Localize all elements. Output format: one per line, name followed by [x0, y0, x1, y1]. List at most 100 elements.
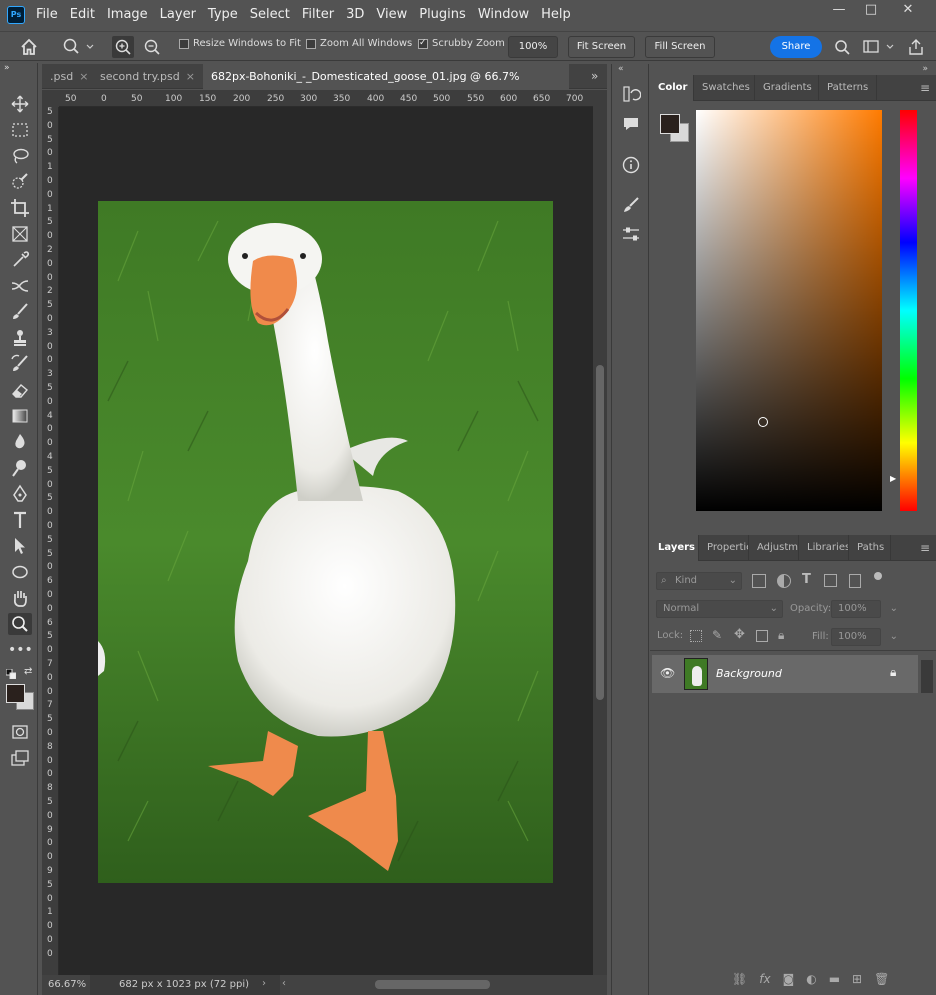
horizontal-scrollbar-thumb[interactable]: [375, 980, 490, 989]
scrubby-zoom-checkbox[interactable]: Scrubby Zoom: [418, 38, 505, 49]
foreground-color-swatch[interactable]: [660, 114, 680, 134]
restore-button[interactable]: □: [860, 2, 882, 17]
zoom-level[interactable]: 66.67%: [48, 979, 86, 990]
fx-icon[interactable]: fx: [759, 972, 770, 986]
trash-icon[interactable]: 🗑︎: [874, 972, 889, 986]
document-info[interactable]: 682 px x 1023 px (72 ppi): [119, 979, 249, 990]
workspace-switcher-icon[interactable]: [862, 38, 898, 56]
tab-libraries[interactable]: Libraries: [799, 535, 849, 561]
menu-image[interactable]: Image: [107, 7, 148, 22]
tab-paths[interactable]: Paths: [849, 535, 891, 561]
collapse-dock-icon[interactable]: »: [922, 64, 928, 74]
foreground-color-swatch[interactable]: [6, 684, 25, 703]
frame-tool-icon[interactable]: [8, 223, 32, 245]
link-layers-icon[interactable]: ⛓︎: [732, 972, 747, 986]
add-mask-icon[interactable]: ◙: [783, 972, 795, 986]
close-button[interactable]: ✕: [897, 2, 919, 17]
tab-goose-image[interactable]: 682px-Bohoniki_-_Domesticated_goose_01.j…: [203, 64, 569, 108]
menu-help[interactable]: Help: [541, 7, 571, 22]
scrollbar-thumb[interactable]: [596, 365, 604, 700]
tab-adjustments[interactable]: Adjustments: [749, 535, 799, 561]
quick-mask-icon[interactable]: [8, 721, 32, 743]
dodge-tool-icon[interactable]: [8, 457, 32, 479]
clone-stamp-tool-icon[interactable]: [8, 327, 32, 349]
history-brush-tool-icon[interactable]: [8, 353, 32, 375]
zoom-tool-icon[interactable]: [8, 613, 32, 635]
blur-tool-icon[interactable]: [8, 431, 32, 453]
brush-settings-panel-icon[interactable]: [620, 195, 642, 217]
lock-position-icon[interactable]: ✥: [734, 627, 745, 642]
collapse-toolbar-icon[interactable]: »: [4, 63, 28, 73]
path-selection-tool-icon[interactable]: [8, 535, 32, 557]
tab-color[interactable]: Color: [650, 75, 694, 101]
comments-panel-icon[interactable]: [620, 114, 642, 136]
quick-selection-tool-icon[interactable]: [8, 171, 32, 193]
close-tab-icon[interactable]: ×: [79, 70, 88, 83]
hue-slider-handle-icon[interactable]: ▶: [890, 474, 896, 483]
panel-menu-icon[interactable]: ≡: [920, 81, 930, 95]
document-image[interactable]: [98, 201, 553, 883]
default-colors-icon[interactable]: [5, 668, 17, 680]
fill-screen-button[interactable]: Fill Screen: [645, 36, 715, 58]
chevron-down-icon[interactable]: ⌄: [890, 629, 898, 645]
smart-object-filter-icon[interactable]: [849, 574, 861, 588]
marquee-tool-icon[interactable]: [8, 119, 32, 141]
adjustment-layer-filter-icon[interactable]: [777, 574, 791, 588]
share-button[interactable]: Share: [770, 36, 822, 58]
fit-screen-button[interactable]: Fit Screen: [568, 36, 635, 58]
adjustment-layer-icon[interactable]: ◐: [806, 972, 816, 986]
lock-image-pixels-icon[interactable]: ✎: [712, 628, 722, 642]
menu-window[interactable]: Window: [478, 7, 529, 22]
panel-menu-icon[interactable]: ≡: [920, 541, 930, 555]
lock-transparent-pixels-icon[interactable]: [690, 630, 702, 642]
minimize-button[interactable]: —: [828, 2, 850, 17]
menu-edit[interactable]: Edit: [70, 7, 95, 22]
menu-view[interactable]: View: [376, 7, 407, 22]
info-panel-icon[interactable]: [620, 155, 642, 177]
menu-file[interactable]: File: [36, 7, 58, 22]
collapse-panels-icon[interactable]: «: [618, 64, 624, 74]
crop-tool-icon[interactable]: [8, 197, 32, 219]
vertical-scrollbar[interactable]: [593, 90, 607, 975]
close-tab-icon[interactable]: ×: [186, 70, 195, 83]
zoom-out-icon[interactable]: [141, 36, 163, 58]
pixel-layer-filter-icon[interactable]: [752, 574, 766, 588]
healing-brush-tool-icon[interactable]: [8, 275, 32, 297]
share-upload-icon[interactable]: [906, 37, 926, 57]
hue-slider[interactable]: [900, 110, 917, 511]
visibility-eye-icon[interactable]: 👁︎: [660, 667, 676, 679]
tab-second-try[interactable]: second try.psd ×: [92, 64, 200, 89]
layer-row-background[interactable]: 👁︎ Background 🔒︎: [652, 655, 918, 693]
resize-windows-checkbox[interactable]: Resize Windows to Fit: [179, 38, 301, 49]
search-icon[interactable]: [833, 38, 851, 56]
more-tabs-icon[interactable]: »: [591, 69, 598, 83]
ellipse-tool-icon[interactable]: [8, 561, 32, 583]
menu-3d[interactable]: 3D: [346, 7, 364, 22]
opacity-field[interactable]: 100% ⌄: [831, 600, 898, 618]
tab-layers[interactable]: Layers: [650, 535, 699, 561]
swap-colors-icon[interactable]: ⇄: [24, 667, 34, 677]
type-layer-filter-icon[interactable]: T: [802, 572, 811, 587]
zoom-tool-preset-icon[interactable]: [60, 36, 96, 58]
color-picker-cursor[interactable]: [758, 417, 768, 427]
brush-tool-icon[interactable]: [8, 301, 32, 323]
lock-all-icon[interactable]: 🔒︎: [778, 628, 784, 643]
tab-patterns[interactable]: Patterns: [819, 75, 877, 101]
zoom-all-windows-checkbox[interactable]: Zoom All Windows: [306, 38, 412, 49]
menu-select[interactable]: Select: [250, 7, 290, 22]
fill-field[interactable]: 100% ⌄: [831, 628, 898, 646]
more-tools-icon[interactable]: •••: [8, 639, 33, 661]
layer-name[interactable]: Background: [716, 667, 782, 680]
menu-layer[interactable]: Layer: [160, 7, 196, 22]
hand-tool-icon[interactable]: [8, 587, 32, 609]
tab-psd[interactable]: .psd ×: [42, 64, 90, 89]
zoom-in-icon[interactable]: [112, 36, 134, 58]
gradient-tool-icon[interactable]: [8, 405, 32, 427]
saturation-value-field[interactable]: [696, 110, 882, 511]
blend-mode-select[interactable]: Normal ⌄: [656, 600, 783, 618]
eyedropper-tool-icon[interactable]: [8, 249, 32, 271]
lasso-tool-icon[interactable]: [8, 145, 32, 167]
layer-kind-filter[interactable]: ⌕ Kind ⌄: [656, 572, 742, 590]
home-icon[interactable]: [18, 36, 40, 58]
zoom-value-field[interactable]: 100%: [508, 36, 558, 58]
